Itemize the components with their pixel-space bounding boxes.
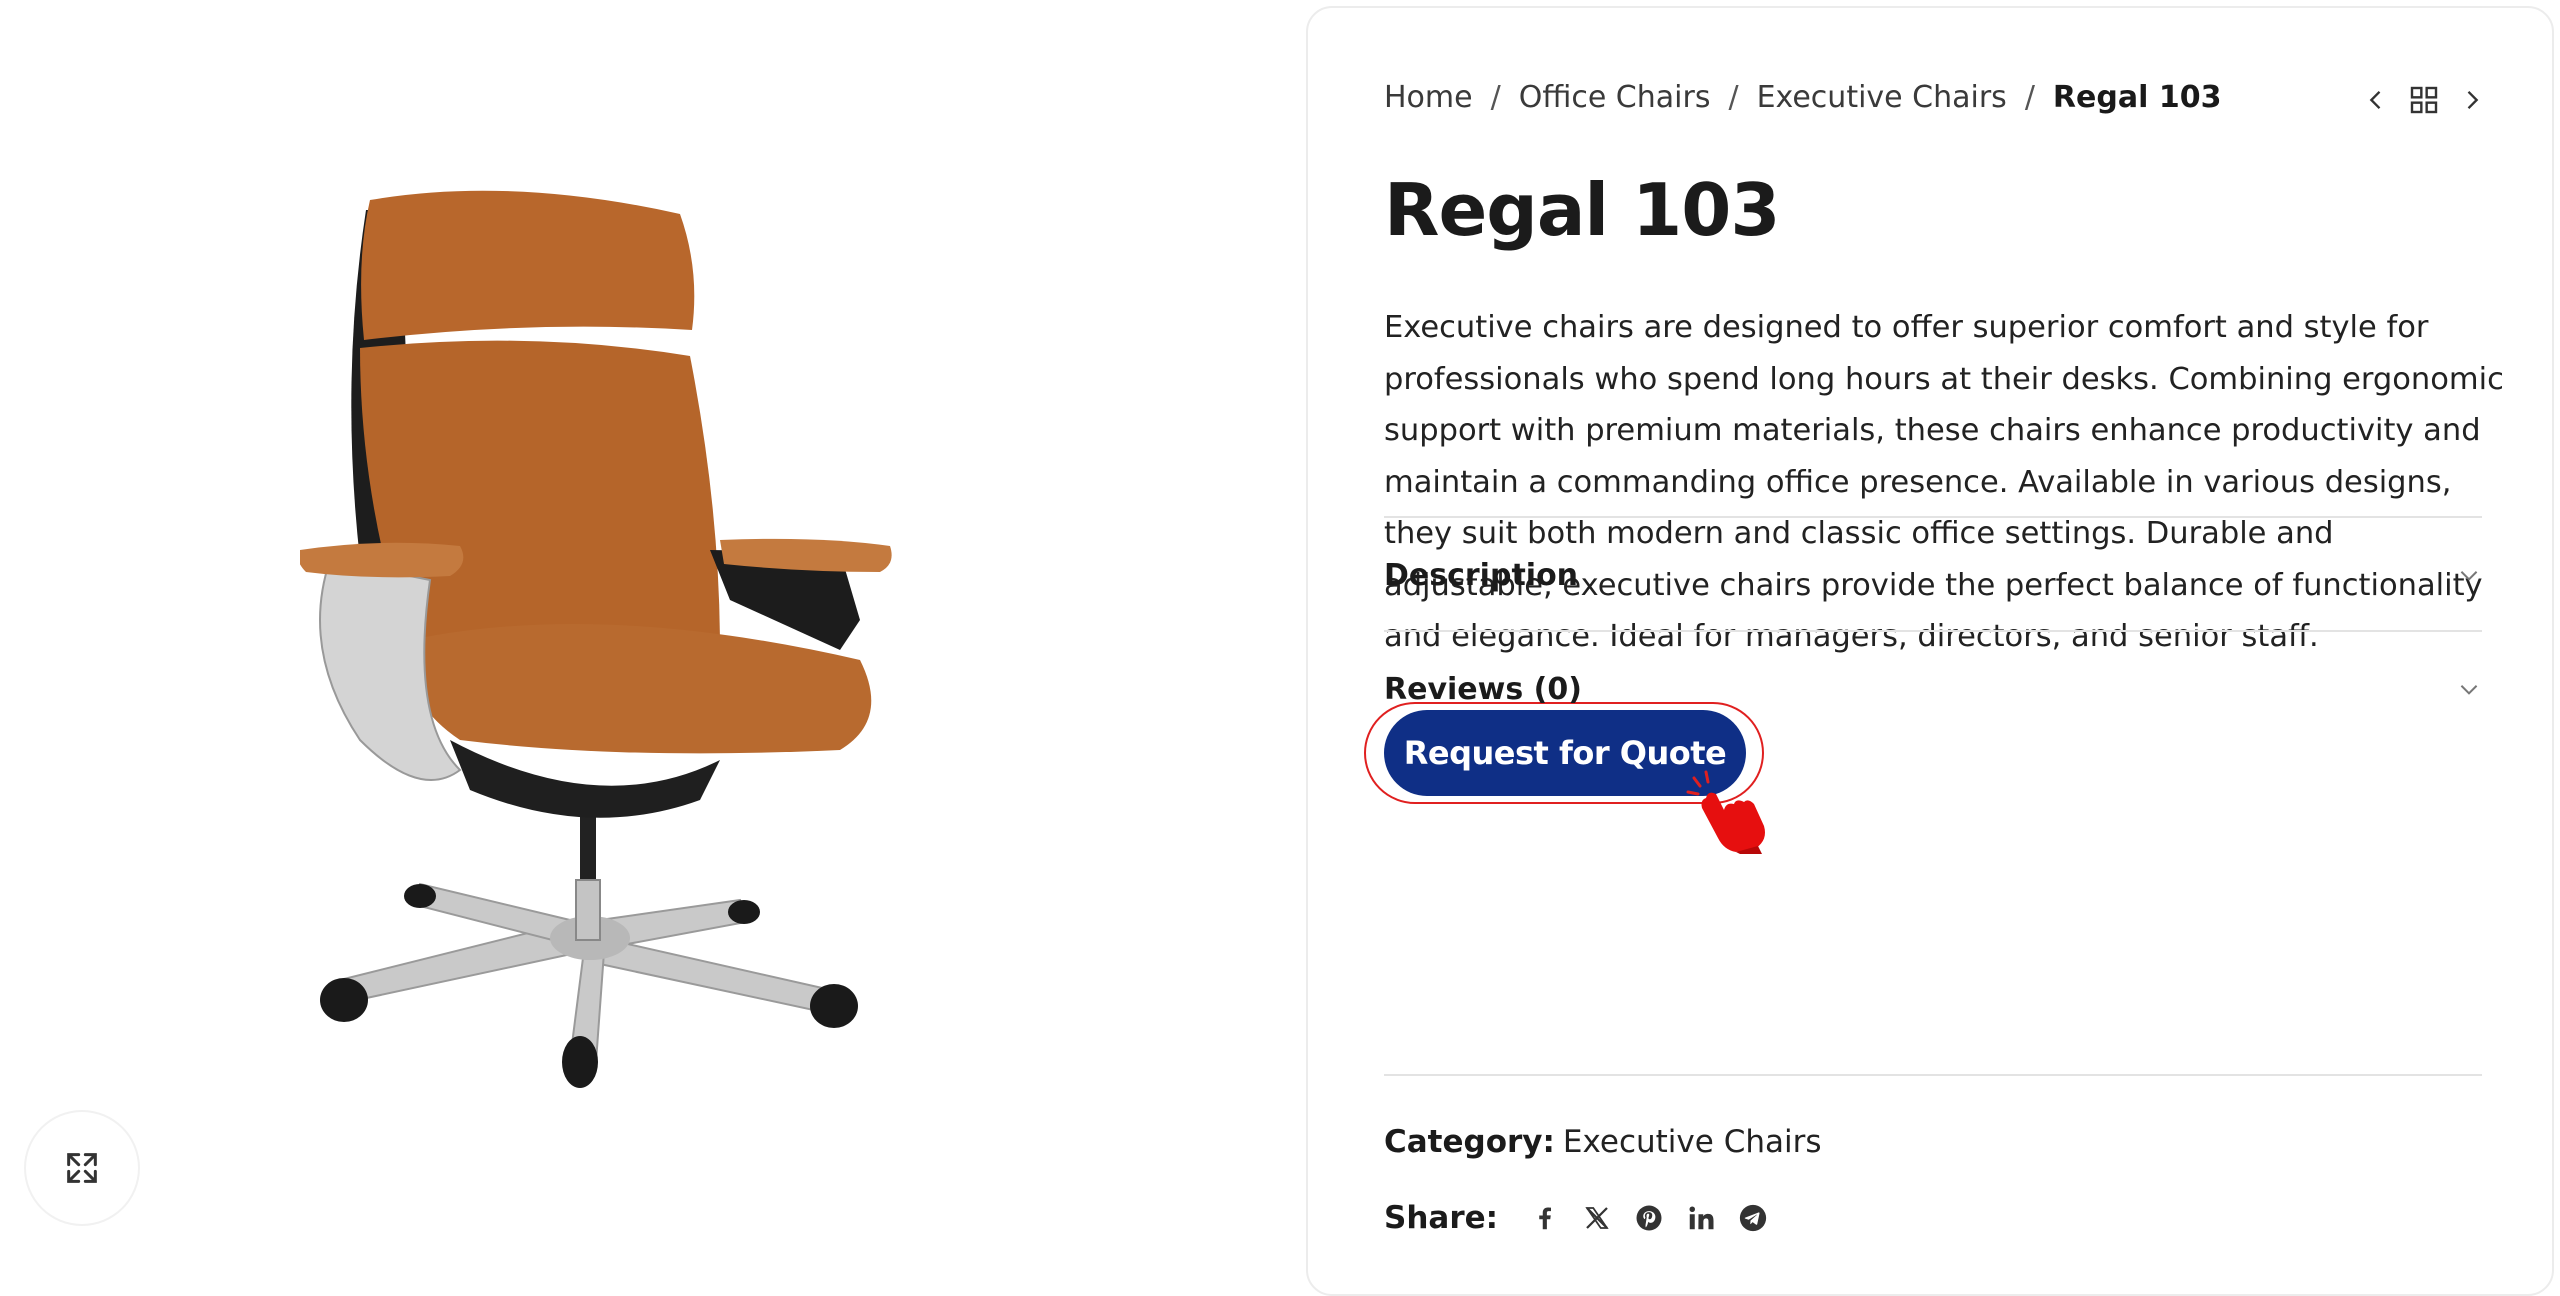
chevron-left-icon: [2369, 91, 2381, 109]
expand-image-button[interactable]: [26, 1112, 138, 1224]
accordion-reviews[interactable]: Reviews (0): [1384, 630, 2482, 746]
product-navigation: [2362, 84, 2486, 116]
grid-icon: [2410, 86, 2438, 114]
chevron-down-icon: [2460, 571, 2478, 581]
category-label: Category:: [1384, 1124, 1555, 1160]
breadcrumb-executive-chairs[interactable]: Executive Chairs: [1757, 80, 2007, 115]
next-product-button[interactable]: [2458, 86, 2486, 114]
share-icons: [1530, 1203, 1768, 1233]
share-label: Share:: [1384, 1200, 1499, 1236]
accordion-description[interactable]: Description: [1384, 516, 2482, 632]
product-gallery: [0, 0, 1290, 1280]
breadcrumb-office-chairs[interactable]: Office Chairs: [1519, 80, 1711, 115]
back-to-shop-button[interactable]: [2408, 84, 2440, 116]
accordion-description-label: Description: [1384, 557, 1579, 593]
breadcrumb-separator: /: [2024, 80, 2035, 115]
expand-icon: [67, 1153, 97, 1183]
breadcrumb-home[interactable]: Home: [1384, 80, 1473, 115]
facebook-icon[interactable]: [1530, 1203, 1560, 1233]
breadcrumb-separator: /: [1490, 80, 1501, 115]
accordion-reviews-label: Reviews (0): [1384, 671, 1582, 707]
telegram-icon[interactable]: [1738, 1203, 1768, 1233]
chevron-down-icon: [2460, 685, 2478, 695]
divider: [1384, 1074, 2482, 1076]
product-title: Regal 103: [1384, 168, 1780, 252]
share-row: Share:: [1384, 1200, 1768, 1236]
breadcrumb-current: Regal 103: [2052, 80, 2222, 115]
breadcrumb: Home / Office Chairs / Executive Chairs …: [1384, 80, 2221, 115]
product-image[interactable]: [300, 180, 920, 1100]
breadcrumb-separator: /: [1728, 80, 1739, 115]
prev-product-button[interactable]: [2362, 86, 2390, 114]
product-summary: Home / Office Chairs / Executive Chairs …: [1306, 6, 2554, 1296]
x-icon[interactable]: [1582, 1203, 1612, 1233]
pointer-hand-icon: [1686, 770, 1765, 854]
linkedin-icon[interactable]: [1686, 1203, 1716, 1233]
pinterest-icon[interactable]: [1634, 1203, 1664, 1233]
chevron-right-icon: [2467, 91, 2479, 109]
product-category: Category: Executive Chairs: [1384, 1124, 1822, 1160]
category-link[interactable]: Executive Chairs: [1563, 1124, 1822, 1160]
